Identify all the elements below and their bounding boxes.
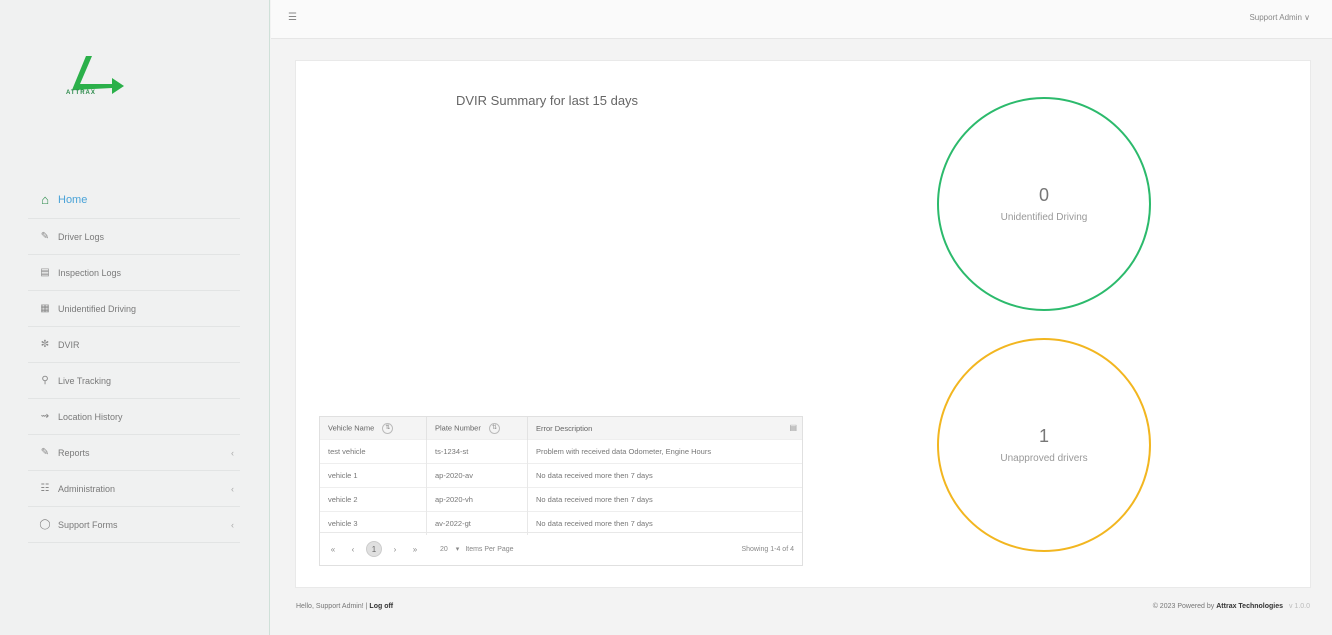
user-menu[interactable]: Support Admin ∨ bbox=[1249, 13, 1310, 22]
cell-vehicle-name: vehicle 1 bbox=[320, 463, 427, 488]
sidebar: ATTRAX ⌂ Home ✎ Driver Logs ▤ Inspection… bbox=[0, 0, 270, 635]
last-page-button[interactable]: » bbox=[408, 542, 422, 556]
sidebar-item-inspection-logs[interactable]: ▤ Inspection Logs bbox=[28, 255, 240, 291]
company-logo[interactable]: ATTRAX bbox=[58, 50, 130, 102]
sidebar-item-label: DVIR bbox=[58, 339, 80, 350]
cell-vehicle-name: vehicle 2 bbox=[320, 487, 427, 512]
unapproved-drivers-label: Unapproved drivers bbox=[1000, 453, 1088, 464]
unapproved-drivers-card[interactable]: 1 Unapproved drivers bbox=[937, 338, 1151, 552]
cell-error-description: No data received more then 7 days bbox=[527, 463, 802, 488]
cell-error-description: Problem with received data Odometer, Eng… bbox=[527, 439, 802, 464]
pagination-info: Showing 1-4 of 4 bbox=[741, 545, 794, 553]
sidebar-item-label: Driver Logs bbox=[58, 231, 105, 242]
footer-copyright: © 2023 Powered by Attrax Technologies v … bbox=[1153, 603, 1310, 610]
wrench-icon: ✼ bbox=[40, 339, 50, 350]
hamburger-icon[interactable]: ☰ bbox=[288, 12, 297, 23]
sidebar-item-support-forms[interactable]: ◯ Support Forms ‹ bbox=[28, 507, 240, 543]
route-icon: ⇝ bbox=[40, 411, 50, 422]
version-text: v 1.0.0 bbox=[1288, 603, 1310, 610]
page-title: DVIR Summary for last 15 days bbox=[456, 93, 639, 108]
footer-greeting: Hello, Support Admin! | Log off bbox=[296, 603, 393, 610]
sidebar-item-administration[interactable]: ☷ Administration ‹ bbox=[28, 471, 240, 507]
forms-icon: ◯ bbox=[39, 519, 51, 530]
chevron-left-icon: ‹ bbox=[231, 447, 234, 458]
sidebar-item-driver-logs[interactable]: ✎ Driver Logs bbox=[28, 219, 240, 255]
next-page-button[interactable]: › bbox=[388, 542, 402, 556]
table-row[interactable]: vehicle 1 ap-2020-av No data received mo… bbox=[320, 463, 802, 488]
table-header-row: Vehicle Name ⇅ Plate Number ⇅ Error Desc… bbox=[320, 417, 802, 440]
sidebar-item-label: Location History bbox=[58, 411, 123, 422]
column-header-label: Vehicle Name bbox=[328, 422, 375, 432]
sidebar-item-home[interactable]: ⌂ Home bbox=[28, 181, 240, 219]
report-icon: ✎ bbox=[40, 447, 50, 458]
unidentified-driving-card[interactable]: 0 Unidentified Driving bbox=[937, 97, 1151, 311]
page-size-select[interactable]: 20 bbox=[440, 546, 448, 553]
unidentified-driving-label: Unidentified Driving bbox=[1000, 212, 1088, 223]
sidebar-item-dvir[interactable]: ✼ DVIR bbox=[28, 327, 240, 363]
sidebar-item-unidentified-driving[interactable]: ▦ Unidentified Driving bbox=[28, 291, 240, 327]
column-header-vehicle-name[interactable]: Vehicle Name ⇅ bbox=[320, 417, 427, 440]
sidebar-item-label: Home bbox=[58, 193, 88, 206]
sidebar-item-live-tracking[interactable]: ⚲ Live Tracking bbox=[28, 363, 240, 399]
table-row[interactable]: test vehicle ts-1234-st Problem with rec… bbox=[320, 439, 802, 464]
sort-icon[interactable]: ⇅ bbox=[382, 422, 394, 434]
column-header-plate-number[interactable]: Plate Number ⇅ bbox=[426, 417, 528, 440]
prev-page-button[interactable]: ‹ bbox=[346, 542, 360, 556]
company-link[interactable]: Attrax Technologies bbox=[1216, 603, 1283, 610]
sidebar-item-label: Live Tracking bbox=[58, 375, 112, 386]
unidentified-driving-count: 0 bbox=[1038, 185, 1049, 205]
sidebar-item-label: Unidentified Driving bbox=[58, 303, 137, 314]
admin-icon: ☷ bbox=[40, 483, 50, 494]
sidebar-item-label: Administration bbox=[58, 483, 116, 494]
sidebar-nav: ⌂ Home ✎ Driver Logs ▤ Inspection Logs ▦… bbox=[28, 181, 240, 543]
logoff-link[interactable]: Log off bbox=[369, 603, 393, 610]
vehicle-error-grid: Vehicle Name ⇅ Plate Number ⇅ Error Desc… bbox=[319, 416, 803, 566]
chevron-left-icon: ‹ bbox=[231, 483, 234, 494]
calendar-icon: ▦ bbox=[40, 303, 50, 314]
chevron-left-icon: ‹ bbox=[231, 519, 234, 530]
cell-plate-number: ap-2020-vh bbox=[426, 487, 528, 512]
logo-text: ATTRAX bbox=[66, 90, 96, 96]
column-menu-icon[interactable]: ▤ bbox=[789, 423, 797, 432]
cell-error-description: No data received more then 7 days bbox=[527, 487, 802, 512]
column-header-label: Plate Number bbox=[435, 422, 481, 432]
copyright-text: © 2023 Powered by bbox=[1152, 603, 1215, 610]
clipboard-icon: ▤ bbox=[40, 267, 50, 278]
footer: Hello, Support Admin! | Log off © 2023 P… bbox=[271, 598, 1332, 635]
sidebar-item-label: Support Forms bbox=[58, 519, 118, 530]
pin-icon: ⚲ bbox=[41, 375, 49, 386]
sort-icon[interactable]: ⇅ bbox=[488, 422, 500, 434]
top-bar: ☰ Support Admin ∨ bbox=[271, 0, 1332, 39]
first-page-button[interactable]: « bbox=[326, 542, 340, 556]
sidebar-item-reports[interactable]: ✎ Reports ‹ bbox=[28, 435, 240, 471]
vehicle-error-table: Vehicle Name ⇅ Plate Number ⇅ Error Desc… bbox=[320, 417, 802, 535]
home-icon: ⌂ bbox=[41, 192, 49, 207]
current-page-button[interactable]: 1 bbox=[366, 541, 382, 557]
sidebar-item-location-history[interactable]: ⇝ Location History bbox=[28, 399, 240, 435]
column-header-error-description[interactable]: Error Description ▤ bbox=[527, 417, 802, 440]
chevron-down-icon[interactable]: ▾ bbox=[456, 545, 460, 553]
table-row[interactable]: vehicle 2 ap-2020-vh No data received mo… bbox=[320, 487, 802, 512]
edit-icon: ✎ bbox=[40, 231, 50, 242]
column-header-label: Error Description bbox=[536, 423, 593, 433]
page-size-label: Items Per Page bbox=[465, 545, 514, 553]
cell-plate-number: ts-1234-st bbox=[426, 439, 528, 464]
unapproved-drivers-count: 1 bbox=[1038, 426, 1049, 446]
sidebar-item-label: Inspection Logs bbox=[58, 267, 122, 278]
pagination-bar: « ‹ 1 › » 20 ▾ Items Per Page Showing 1-… bbox=[320, 532, 802, 565]
greeting-text: Hello, Support Admin! | bbox=[296, 603, 368, 610]
dashboard-panel: DVIR Summary for last 15 days 0 Unidenti… bbox=[295, 60, 1311, 588]
sidebar-item-label: Reports bbox=[58, 447, 90, 458]
cell-vehicle-name: test vehicle bbox=[320, 439, 427, 464]
cell-plate-number: ap-2020-av bbox=[426, 463, 528, 488]
